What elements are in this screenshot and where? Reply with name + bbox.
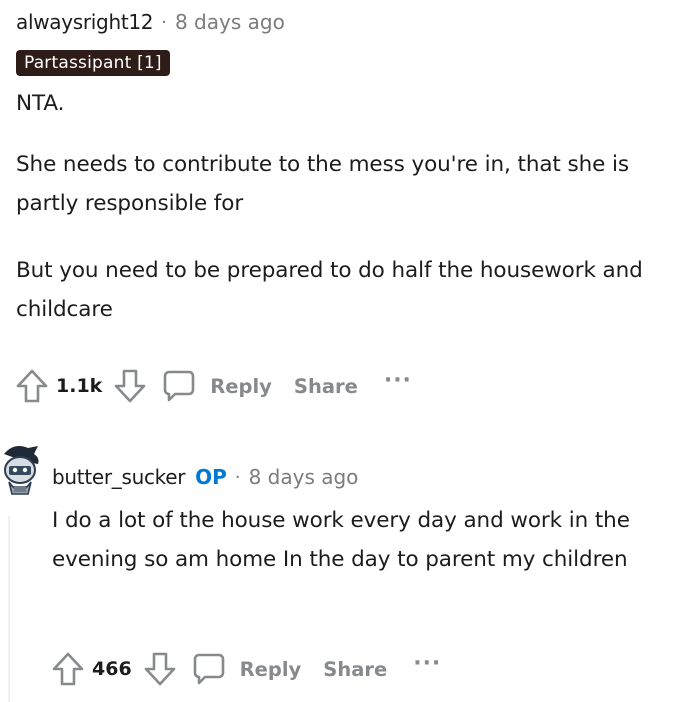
- top-comment: alwaysright12 · 8 days ago Partassipant …: [16, 6, 666, 329]
- comment-paragraph: NTA.: [16, 91, 65, 116]
- meta-separator: ·: [161, 11, 167, 33]
- speech-bubble-icon: [162, 369, 196, 403]
- share-button[interactable]: Share: [323, 658, 387, 681]
- comment-timestamp[interactable]: 8 days ago: [249, 465, 359, 489]
- upvote-arrow-icon[interactable]: [14, 367, 50, 405]
- vote-score: 1.1k: [56, 375, 103, 397]
- vote-score: 466: [92, 658, 132, 680]
- meta-separator: ·: [234, 466, 241, 488]
- ellipsis-icon[interactable]: ···: [384, 368, 412, 393]
- reply-comment: butter_sucker OP · 8 days ago I do a lot…: [52, 461, 672, 579]
- comment-meta: alwaysright12 · 8 days ago: [16, 6, 666, 38]
- thread-line[interactable]: [8, 516, 10, 702]
- comment-author[interactable]: butter_sucker: [52, 465, 185, 489]
- comment-timestamp[interactable]: 8 days ago: [175, 10, 285, 34]
- downvote-arrow-icon[interactable]: [112, 367, 148, 405]
- snoo-avatar[interactable]: [0, 442, 40, 498]
- comment-action-bar: 466 Reply Share ···: [50, 648, 441, 690]
- comment-paragraph: She needs to contribute to the mess you'…: [16, 152, 629, 216]
- comment-paragraph: But you need to be prepared to do half t…: [16, 258, 643, 322]
- comment-body: I do a lot of the house work every day a…: [52, 501, 672, 579]
- comment-author[interactable]: alwaysright12: [16, 10, 154, 34]
- upvote-arrow-icon[interactable]: [50, 650, 86, 688]
- downvote-arrow-icon[interactable]: [142, 650, 178, 688]
- reply-label: Reply: [239, 657, 302, 681]
- comment-meta: butter_sucker OP · 8 days ago: [52, 461, 672, 493]
- comment-body: NTA. She needs to contribute to the mess…: [16, 84, 666, 329]
- comment-action-bar: 1.1k Reply Share ···: [14, 365, 412, 407]
- user-flair: Partassipant [1]: [16, 50, 170, 76]
- comment-paragraph: I do a lot of the house work every day a…: [52, 508, 630, 572]
- op-badge: OP: [195, 465, 227, 489]
- reply-label: Reply: [210, 374, 272, 398]
- ellipsis-icon[interactable]: ···: [413, 651, 441, 676]
- reply-button[interactable]: Reply: [162, 369, 272, 403]
- share-button[interactable]: Share: [294, 375, 358, 398]
- reply-button[interactable]: Reply: [192, 652, 302, 686]
- speech-bubble-icon: [192, 652, 226, 686]
